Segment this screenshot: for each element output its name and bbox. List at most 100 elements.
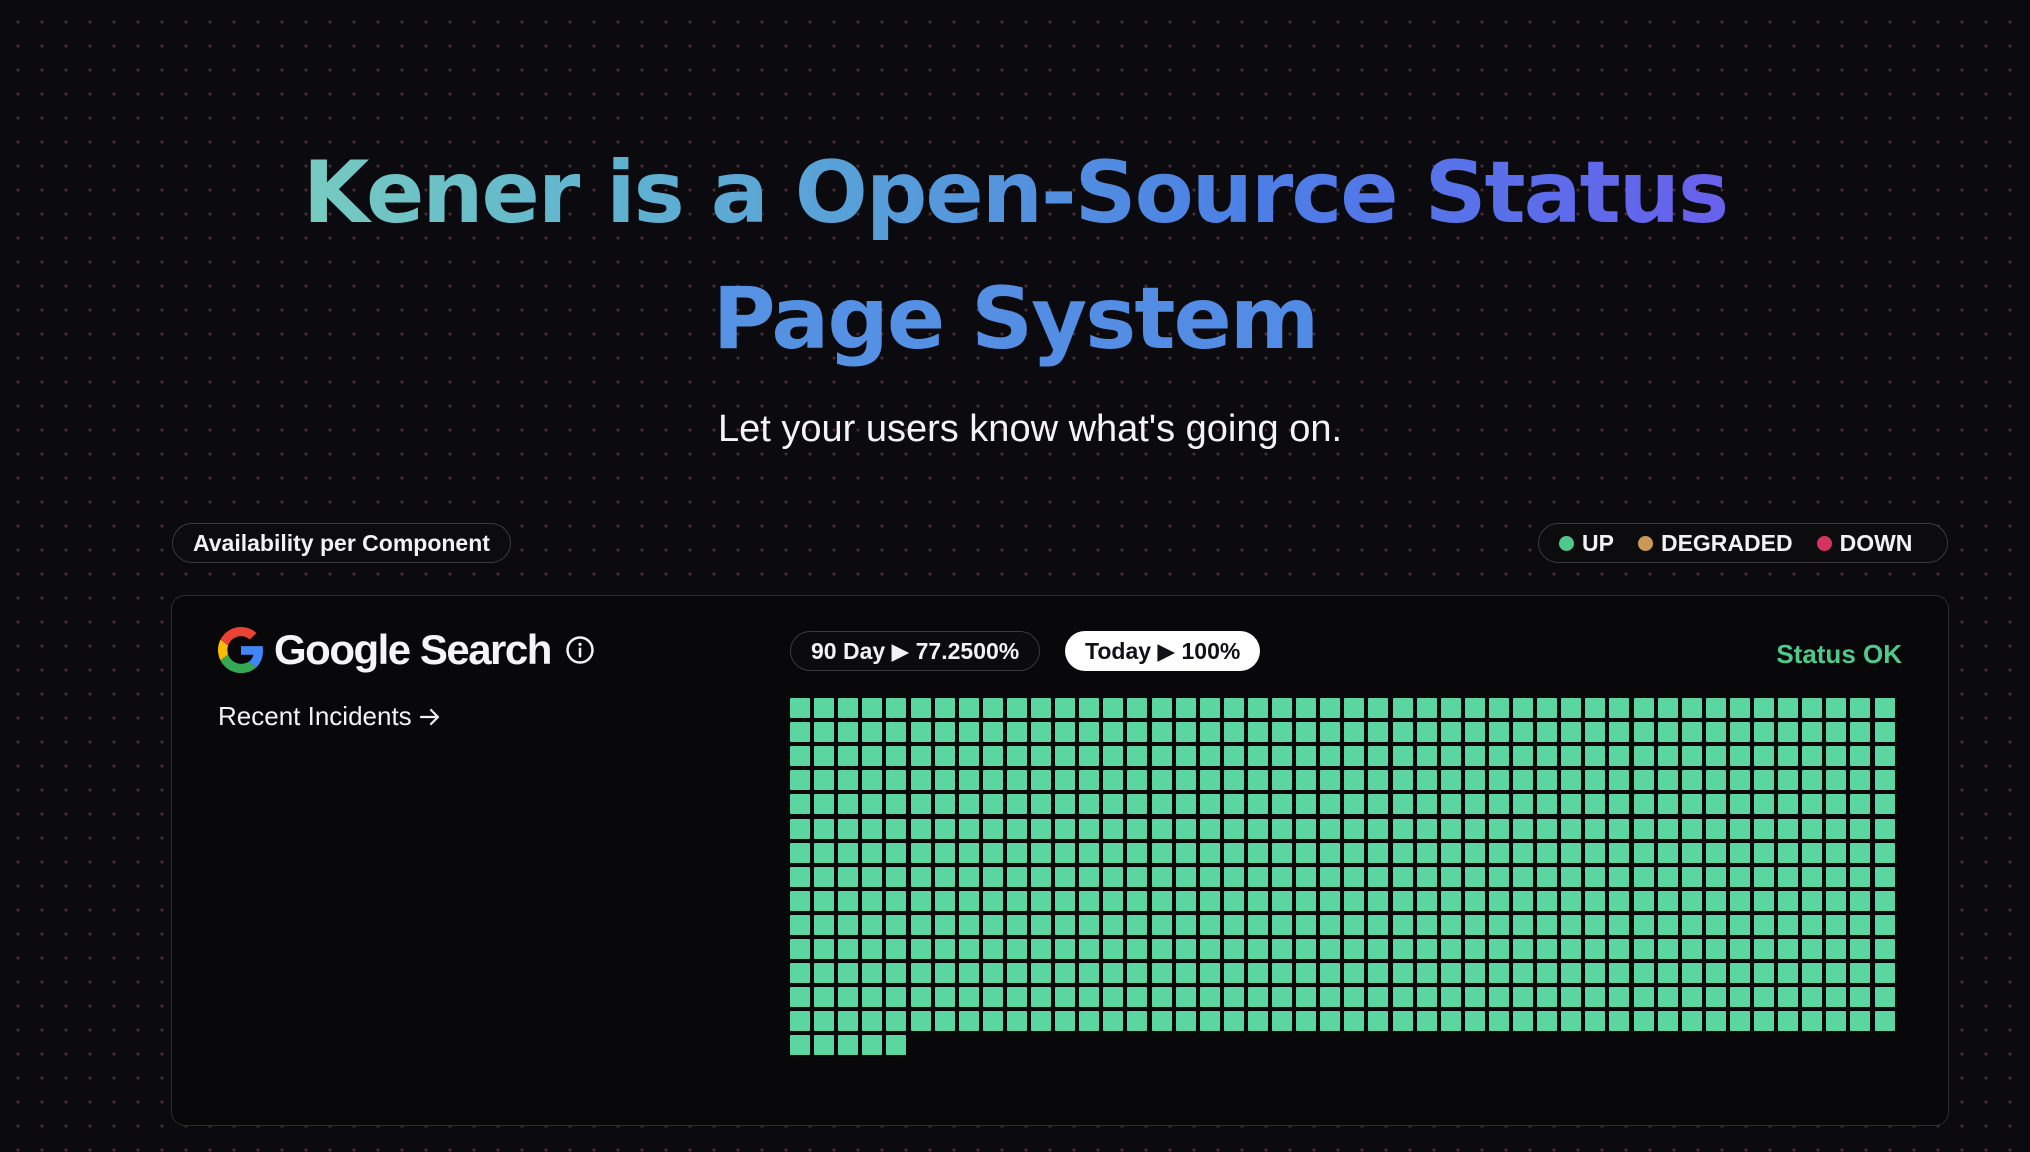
uptime-cell[interactable]: [1729, 890, 1750, 911]
uptime-cell[interactable]: [1055, 890, 1076, 911]
uptime-cell[interactable]: [1488, 1011, 1509, 1032]
uptime-cell[interactable]: [1151, 770, 1172, 791]
uptime-cell[interactable]: [910, 914, 931, 935]
uptime-cell[interactable]: [1006, 794, 1027, 815]
uptime-cell[interactable]: [838, 698, 859, 718]
uptime-cell[interactable]: [1392, 963, 1413, 984]
uptime-cell[interactable]: [1729, 818, 1750, 839]
uptime-cell[interactable]: [1079, 890, 1100, 911]
uptime-cell[interactable]: [1079, 794, 1100, 815]
uptime-cell[interactable]: [1754, 914, 1774, 935]
uptime-cell[interactable]: [1633, 963, 1654, 984]
uptime-cell[interactable]: [1272, 794, 1292, 815]
uptime-cell[interactable]: [1609, 963, 1630, 984]
uptime-cell[interactable]: [982, 842, 1003, 863]
uptime-cell[interactable]: [790, 818, 810, 839]
uptime-cell[interactable]: [1754, 1011, 1774, 1032]
uptime-cell[interactable]: [886, 770, 907, 791]
uptime-cell[interactable]: [1874, 866, 1895, 887]
uptime-cell[interactable]: [1826, 818, 1847, 839]
uptime-cell[interactable]: [1705, 939, 1726, 959]
uptime-cell[interactable]: [838, 842, 859, 863]
uptime-cell[interactable]: [1657, 1011, 1678, 1032]
uptime-cell[interactable]: [1681, 987, 1702, 1008]
uptime-cell[interactable]: [1705, 866, 1726, 887]
uptime-cell[interactable]: [1874, 794, 1895, 815]
uptime-cell[interactable]: [1416, 770, 1437, 791]
uptime-cell[interactable]: [814, 842, 835, 863]
uptime-cell[interactable]: [1729, 914, 1750, 935]
uptime-cell[interactable]: [1488, 818, 1509, 839]
uptime-cell[interactable]: [1537, 842, 1558, 863]
uptime-cell[interactable]: [886, 818, 907, 839]
uptime-cell[interactable]: [1705, 842, 1726, 863]
uptime-cell[interactable]: [1031, 963, 1051, 984]
uptime-cell[interactable]: [1778, 746, 1799, 767]
uptime-cell[interactable]: [1416, 939, 1437, 959]
uptime-cell[interactable]: [1272, 842, 1292, 863]
uptime-cell[interactable]: [1633, 770, 1654, 791]
uptime-cell[interactable]: [1585, 842, 1606, 863]
uptime-cell[interactable]: [862, 939, 883, 959]
uptime-cell[interactable]: [1754, 939, 1774, 959]
uptime-cell[interactable]: [910, 1011, 931, 1032]
uptime-cell[interactable]: [1344, 794, 1365, 815]
uptime-cell[interactable]: [1705, 770, 1726, 791]
uptime-cell[interactable]: [958, 1011, 979, 1032]
uptime-cell[interactable]: [1296, 914, 1317, 935]
uptime-cell[interactable]: [910, 818, 931, 839]
uptime-cell[interactable]: [1874, 939, 1895, 959]
uptime-cell[interactable]: [1055, 914, 1076, 935]
uptime-cell[interactable]: [790, 1011, 810, 1032]
uptime-cell[interactable]: [886, 794, 907, 815]
uptime-cell[interactable]: [1585, 914, 1606, 935]
uptime-cell[interactable]: [1826, 963, 1847, 984]
uptime-cell[interactable]: [1392, 1011, 1413, 1032]
uptime-cell[interactable]: [790, 963, 810, 984]
uptime-cell[interactable]: [862, 1035, 883, 1056]
uptime-cell[interactable]: [1368, 866, 1389, 887]
uptime-cell[interactable]: [934, 939, 955, 959]
uptime-cell[interactable]: [1488, 746, 1509, 767]
uptime-cell[interactable]: [1705, 722, 1726, 743]
uptime-cell[interactable]: [1127, 939, 1148, 959]
uptime-cell[interactable]: [1778, 866, 1799, 887]
uptime-cell[interactable]: [1657, 890, 1678, 911]
uptime-cell[interactable]: [1561, 746, 1582, 767]
uptime-cell[interactable]: [1657, 987, 1678, 1008]
uptime-cell[interactable]: [1537, 939, 1558, 959]
uptime-cell[interactable]: [886, 842, 907, 863]
uptime-cell[interactable]: [1006, 963, 1027, 984]
uptime-cell[interactable]: [1561, 698, 1582, 718]
uptime-cell[interactable]: [1729, 842, 1750, 863]
uptime-90-day-badge[interactable]: 90 Day ▶ 77.2500%: [790, 631, 1041, 671]
uptime-cell[interactable]: [886, 698, 907, 718]
uptime-cell[interactable]: [790, 890, 810, 911]
uptime-cell[interactable]: [886, 939, 907, 959]
uptime-cell[interactable]: [1513, 722, 1533, 743]
uptime-cell[interactable]: [1826, 842, 1847, 863]
uptime-cell[interactable]: [886, 987, 907, 1008]
uptime-cell[interactable]: [1344, 963, 1365, 984]
uptime-cell[interactable]: [1874, 746, 1895, 767]
uptime-cell[interactable]: [838, 1035, 859, 1056]
uptime-cell[interactable]: [1464, 866, 1485, 887]
uptime-cell[interactable]: [1368, 794, 1389, 815]
uptime-cell[interactable]: [862, 722, 883, 743]
uptime-cell[interactable]: [1874, 770, 1895, 791]
uptime-cell[interactable]: [1127, 722, 1148, 743]
uptime-cell[interactable]: [910, 842, 931, 863]
uptime-cell[interactable]: [1296, 794, 1317, 815]
uptime-cell[interactable]: [982, 698, 1003, 718]
uptime-cell[interactable]: [1296, 770, 1317, 791]
uptime-cell[interactable]: [1778, 1011, 1799, 1032]
uptime-cell[interactable]: [1561, 939, 1582, 959]
uptime-cell[interactable]: [862, 963, 883, 984]
uptime-cell[interactable]: [1344, 1011, 1365, 1032]
uptime-cell[interactable]: [1561, 770, 1582, 791]
uptime-cell[interactable]: [886, 914, 907, 935]
uptime-cell[interactable]: [1344, 890, 1365, 911]
uptime-cell[interactable]: [1272, 987, 1292, 1008]
uptime-cell[interactable]: [1850, 890, 1871, 911]
uptime-cell[interactable]: [1127, 987, 1148, 1008]
